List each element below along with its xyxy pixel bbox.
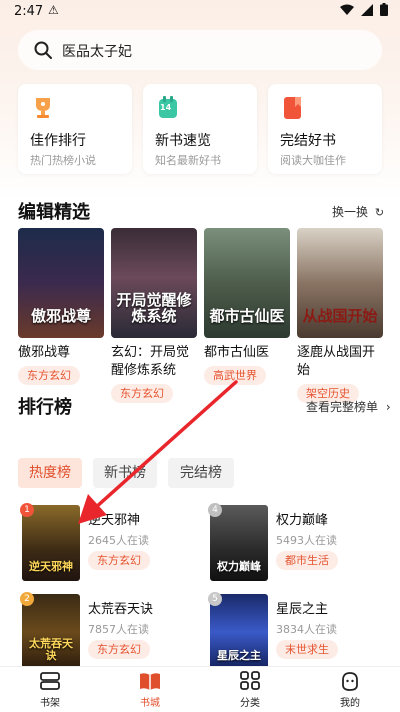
finished-book-icon xyxy=(284,97,301,119)
rank-badge: 1 xyxy=(20,503,34,517)
rankings-title: 排行榜 xyxy=(18,397,72,418)
book-cover[interactable]: 开局觉醒修炼系统 xyxy=(111,228,197,338)
refresh-label: 换一换 xyxy=(332,205,369,219)
cover-title: 星辰之主 xyxy=(217,649,261,662)
bookshelf-icon xyxy=(40,672,60,690)
card-title: 完结好书 xyxy=(280,133,336,149)
book-title: 权力巅峰 xyxy=(276,513,329,528)
profile-icon xyxy=(342,672,358,691)
calendar-badge: 14 xyxy=(160,103,172,112)
card-new-books[interactable]: 14 新书速览 知名最新好书 xyxy=(143,84,257,174)
genre-tag: 东方玄幻 xyxy=(18,366,80,385)
genre-tag: 都市生活 xyxy=(276,551,338,570)
status-time: 2:47 xyxy=(14,4,44,19)
book-cover[interactable]: 权力巅峰 xyxy=(210,505,268,581)
signal-icon xyxy=(361,4,374,16)
tab-new[interactable]: 新书榜 xyxy=(93,458,157,488)
card-finished-books[interactable]: 完结好书 阅读大咖佳作 xyxy=(268,84,382,174)
genre-tag: 高武世界 xyxy=(204,366,266,385)
refresh-button[interactable]: 换一换 ↻ xyxy=(332,203,384,220)
book-store-icon xyxy=(140,673,160,690)
editor-picks-title: 编辑精选 xyxy=(18,202,90,223)
reader-count: 7857人在读 xyxy=(88,623,149,636)
cover-title: 开局觉醒修炼系统 xyxy=(116,291,192,325)
nav-profile[interactable]: 我的 xyxy=(320,671,380,709)
book-title: 星辰之主 xyxy=(276,602,329,617)
ranking-item[interactable]: 权力巅峰 4 权力巅峰 5493人在读 都市生活 xyxy=(208,503,390,585)
nav-category[interactable]: 分类 xyxy=(220,671,280,709)
book-cover[interactable]: 从战国开始 xyxy=(297,228,383,338)
chevron-right-icon: › xyxy=(385,400,391,414)
status-bar: 2:47 ⚠ xyxy=(0,0,400,24)
card-title: 新书速览 xyxy=(155,133,211,149)
cover-title: 都市古仙医 xyxy=(209,307,285,325)
status-icons xyxy=(340,3,388,19)
search-text: 医品太子妃 xyxy=(62,44,132,60)
genre-tag: 东方玄幻 xyxy=(88,640,150,659)
book-card[interactable]: 傲邪战尊 傲邪战尊 东方玄幻 xyxy=(18,228,104,385)
bottom-nav: 书架 书城 分类 我的 xyxy=(0,666,400,712)
book-title: 太荒吞天诀 xyxy=(88,602,154,617)
card-subtitle: 知名最新好书 xyxy=(155,154,221,167)
book-cover[interactable]: 太荒吞天诀 xyxy=(22,594,80,670)
card-top-rated[interactable]: 佳作排行 热门热榜小说 xyxy=(18,84,132,174)
category-icon xyxy=(240,671,260,690)
tab-hot[interactable]: 热度榜 xyxy=(18,458,82,488)
battery-icon xyxy=(380,3,388,16)
refresh-icon: ↻ xyxy=(374,206,385,219)
genre-tag: 东方玄幻 xyxy=(88,551,150,570)
genre-tag: 末世求生 xyxy=(276,640,338,659)
book-card[interactable]: 都市古仙医 都市古仙医 高武世界 xyxy=(204,228,290,385)
cover-title: 从战国开始 xyxy=(302,307,378,325)
rank-badge: 4 xyxy=(208,503,222,517)
book-cover[interactable]: 都市古仙医 xyxy=(204,228,290,338)
warning-icon: ⚠ xyxy=(48,3,59,17)
search-bar[interactable]: 医品太子妃 xyxy=(18,30,382,70)
reader-count: 5493人在读 xyxy=(276,534,337,547)
nav-label: 我的 xyxy=(340,698,360,709)
book-cover[interactable]: 逆天邪神 xyxy=(22,505,80,581)
card-subtitle: 热门热榜小说 xyxy=(30,154,96,167)
view-all-rankings-link[interactable]: 查看完整榜单 › xyxy=(306,398,391,415)
card-title: 佳作排行 xyxy=(30,133,86,149)
rank-badge: 5 xyxy=(208,592,222,606)
cover-title: 傲邪战尊 xyxy=(30,307,91,325)
nav-label: 分类 xyxy=(240,698,260,709)
cover-title: 权力巅峰 xyxy=(217,560,261,573)
cover-title: 太荒吞天诀 xyxy=(29,637,73,662)
book-title: 傲邪战尊 xyxy=(18,345,71,360)
book-card[interactable]: 从战国开始 逐鹿从战国开始 架空历史 xyxy=(297,228,383,403)
book-cover[interactable]: 星辰之主 xyxy=(210,594,268,670)
ranking-item[interactable]: 星辰之主 5 星辰之主 3834人在读 末世求生 xyxy=(208,592,390,674)
tab-finished[interactable]: 完结榜 xyxy=(168,458,234,488)
nav-label: 书城 xyxy=(140,698,160,709)
rank-badge: 2 xyxy=(20,592,34,606)
book-title: 逐鹿从战国开始 xyxy=(297,345,376,378)
reader-count: 2645人在读 xyxy=(88,534,149,547)
wifi-icon xyxy=(340,4,355,15)
book-cover[interactable]: 傲邪战尊 xyxy=(18,228,104,338)
nav-label: 书架 xyxy=(40,698,60,709)
book-title: 玄幻：开局觉醒修炼系统 xyxy=(111,345,190,378)
trophy-icon xyxy=(36,98,50,118)
ranking-item[interactable]: 太荒吞天诀 2 太荒吞天诀 7857人在读 东方玄幻 xyxy=(20,592,202,674)
search-icon xyxy=(34,41,52,59)
cover-title: 逆天邪神 xyxy=(29,560,73,573)
nav-bookshelf[interactable]: 书架 xyxy=(20,671,80,709)
nav-book-store[interactable]: 书城 xyxy=(120,671,180,709)
genre-tag: 东方玄幻 xyxy=(111,384,173,403)
book-card[interactable]: 开局觉醒修炼系统 玄幻：开局觉醒修炼系统 东方玄幻 xyxy=(111,228,197,403)
ranking-item[interactable]: 逆天邪神 1 逆天邪神 2645人在读 东方玄幻 xyxy=(20,503,202,585)
reader-count: 3834人在读 xyxy=(276,623,337,636)
view-all-label: 查看完整榜单 xyxy=(306,400,379,414)
book-title: 逆天邪神 xyxy=(88,513,141,528)
book-title: 都市古仙医 xyxy=(204,345,270,360)
card-subtitle: 阅读大咖佳作 xyxy=(280,154,346,167)
